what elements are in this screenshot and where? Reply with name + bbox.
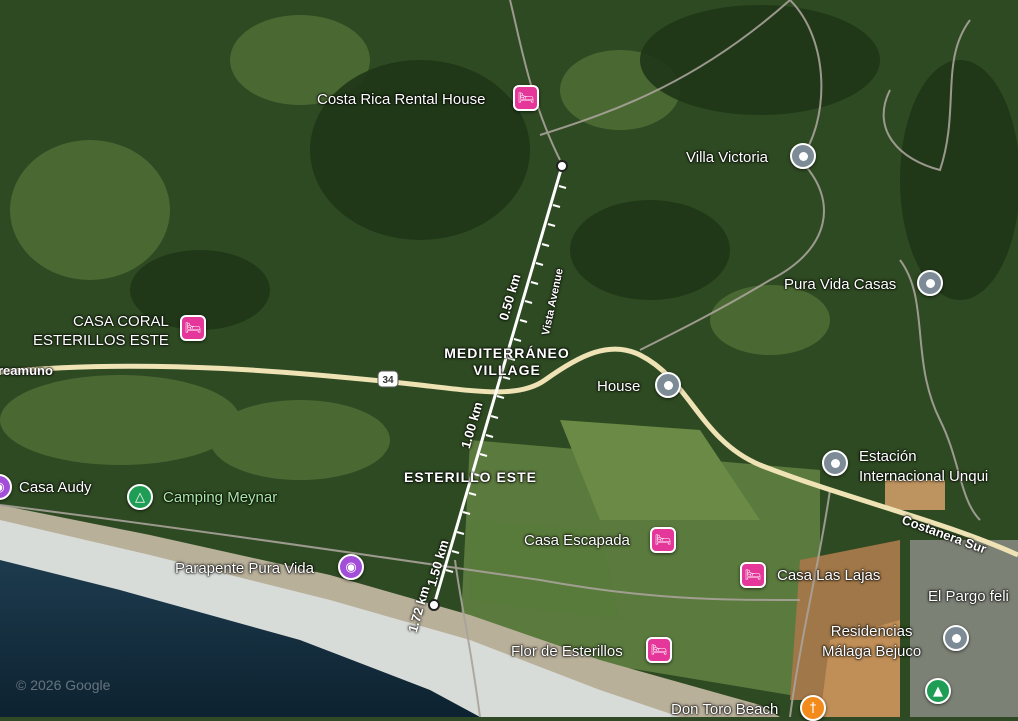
poi-label-el-pargo[interactable]: El Pargo feli <box>928 588 1009 605</box>
route-shield-number: 34 <box>382 375 394 386</box>
place-pin-icon[interactable] <box>655 372 681 398</box>
campground-icon[interactable]: △ <box>127 484 153 510</box>
poi-label-villa-victoria[interactable]: Villa Victoria <box>686 149 768 166</box>
hotel-bed-icon[interactable]: 🛏 <box>740 562 766 588</box>
poi-label-don-toro-beach[interactable]: Don Toro Beach <box>671 701 778 718</box>
area-label-mediterraneo-line1: MEDITERRÁNEO <box>444 345 570 361</box>
place-pin-icon[interactable] <box>917 270 943 296</box>
place-pin-icon[interactable] <box>790 143 816 169</box>
road-label-left: reamuno <box>0 363 53 378</box>
hotel-bed-icon[interactable]: 🛏 <box>180 315 206 341</box>
poi-label-camping-meynar[interactable]: Camping Meynar <box>163 489 277 506</box>
poi-label-casa-escapada[interactable]: Casa Escapada <box>524 532 630 549</box>
poi-label-costa-rica-rental-house[interactable]: Costa Rica Rental House <box>317 91 485 108</box>
poi-label-estacion-line2: Internacional Unqui <box>859 468 989 485</box>
map-copyright: © 2026 Google <box>16 677 111 693</box>
poi-label-pura-vida-casas[interactable]: Pura Vida Casas <box>784 276 896 293</box>
poi-label-residencias-line1: Residencias <box>830 623 913 640</box>
poi-label-residencias[interactable]: Residencias Málaga Bejuco <box>822 622 921 662</box>
place-pin-icon[interactable] <box>822 450 848 476</box>
restaurant-icon[interactable]: † <box>800 695 826 721</box>
poi-label-casa-audy[interactable]: Casa Audy <box>19 479 92 496</box>
poi-label-parapente-pura-vida[interactable]: Parapente Pura Vida <box>175 560 314 577</box>
area-label-mediterraneo-line2: VILLAGE <box>473 362 541 378</box>
poi-label-flor-de-esterillos[interactable]: Flor de Esterillos <box>511 643 623 660</box>
place-pin-icon[interactable] <box>943 625 969 651</box>
poi-label-estacion[interactable]: Estación Internacional Unqui <box>859 447 988 487</box>
measure-start-point[interactable] <box>556 160 568 172</box>
hotel-bed-icon[interactable]: 🛏 <box>513 85 539 111</box>
poi-label-casa-las-lajas[interactable]: Casa Las Lajas <box>777 567 880 584</box>
hotel-bed-icon[interactable]: 🛏 <box>650 527 676 553</box>
poi-label-house[interactable]: House <box>597 378 640 395</box>
poi-label-casa-coral-line1: CASA CORAL <box>73 313 169 330</box>
area-label-mediterraneo: MEDITERRÁNEO VILLAGE <box>437 345 577 379</box>
area-label-esterillo-este: ESTERILLO ESTE <box>404 469 538 485</box>
poi-label-casa-coral[interactable]: CASA CORAL ESTERILLOS ESTE <box>33 312 169 350</box>
camera-icon[interactable]: ◉ <box>338 554 364 580</box>
poi-label-estacion-line1: Estación <box>859 448 917 465</box>
poi-label-casa-coral-line2: ESTERILLOS ESTE <box>33 332 169 349</box>
hotel-bed-icon[interactable]: 🛏 <box>646 637 672 663</box>
measure-end-point[interactable] <box>428 599 440 611</box>
poi-label-residencias-line2: Málaga Bejuco <box>822 643 922 660</box>
park-tree-icon[interactable]: ▲ <box>925 678 951 704</box>
